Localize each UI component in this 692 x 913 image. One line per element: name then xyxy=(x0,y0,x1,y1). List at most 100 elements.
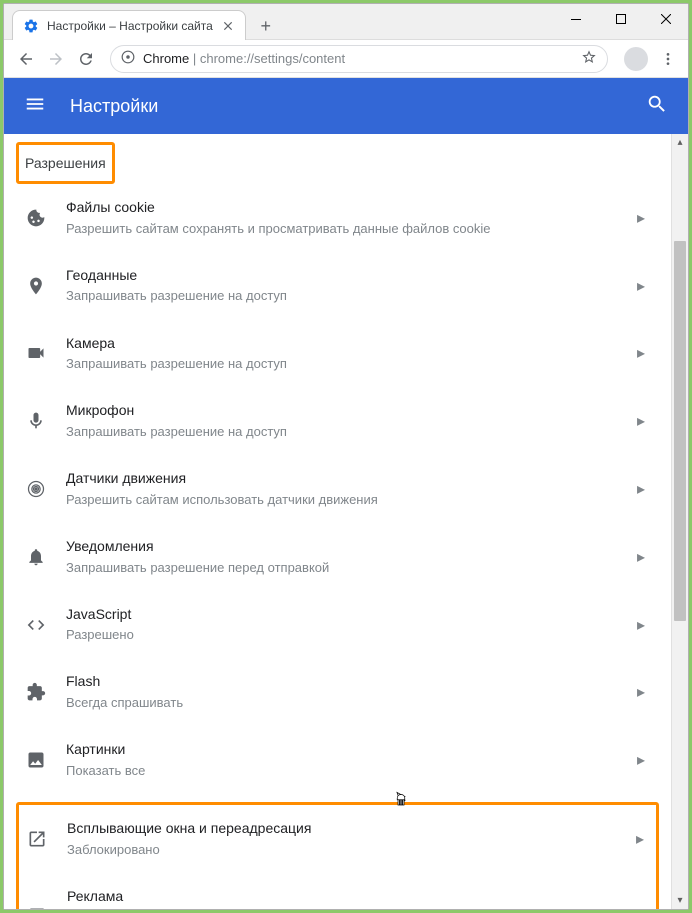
chevron-right-icon: ▸ xyxy=(633,547,649,567)
reload-button[interactable] xyxy=(72,45,100,73)
settings-item-text: Flash Всегда спрашивать xyxy=(66,672,633,712)
minimize-button[interactable] xyxy=(553,4,598,34)
settings-item-subtitle: Объявления заблокированы на сайтах, кото… xyxy=(67,908,632,909)
settings-item-title: Картинки xyxy=(66,740,633,760)
chevron-right-icon: ▸ xyxy=(633,615,649,635)
browser-tab[interactable]: Настройки – Настройки сайта xyxy=(12,10,246,40)
chevron-right-icon: ▸ xyxy=(633,682,649,702)
scroll-thumb[interactable] xyxy=(674,241,686,621)
chrome-menu-button[interactable] xyxy=(656,47,680,71)
motion-icon xyxy=(26,479,66,499)
settings-item-title: Камера xyxy=(66,334,633,354)
scroll-track[interactable] xyxy=(672,151,688,892)
pointer-cursor-icon xyxy=(392,790,410,808)
titlebar: Настройки – Настройки сайта + xyxy=(4,4,688,40)
mic-icon xyxy=(26,411,66,431)
chevron-right-icon: ▸ xyxy=(633,208,649,228)
settings-item-title: Уведомления xyxy=(66,537,633,557)
chevron-right-icon: ▸ xyxy=(633,343,649,363)
settings-item-title: Датчики движения xyxy=(66,469,633,489)
settings-item-bell[interactable]: Уведомления Запрашивать разрешение перед… xyxy=(22,523,653,591)
settings-item-title: Flash xyxy=(66,672,633,692)
chevron-right-icon: ▸ xyxy=(633,276,649,296)
highlight-box: Всплывающие окна и переадресация Заблоки… xyxy=(16,802,659,909)
settings-item-subtitle: Заблокировано xyxy=(67,841,632,859)
permissions-section-title: Разрешения xyxy=(25,147,106,179)
settings-item-extension[interactable]: Flash Всегда спрашивать ▸ xyxy=(22,658,653,726)
settings-item-motion[interactable]: Датчики движения Разрешить сайтам исполь… xyxy=(22,455,653,523)
settings-title: Настройки xyxy=(70,96,158,117)
settings-item-title: Реклама xyxy=(67,887,632,907)
settings-item-title: Всплывающие окна и переадресация xyxy=(67,819,632,839)
gear-icon xyxy=(23,18,39,34)
close-icon[interactable] xyxy=(221,19,235,33)
address-bar: Chrome | chrome://settings/content xyxy=(4,40,688,78)
window-controls xyxy=(553,4,688,34)
settings-item-text: Уведомления Запрашивать разрешение перед… xyxy=(66,537,633,577)
ad-icon xyxy=(27,906,67,909)
settings-item-text: Датчики движения Разрешить сайтам исполь… xyxy=(66,469,633,509)
chevron-right-icon: ▸ xyxy=(633,750,649,770)
cookie-icon xyxy=(26,208,66,228)
settings-item-code[interactable]: JavaScript Разрешено ▸ xyxy=(22,591,653,659)
chevron-right-icon: ▸ xyxy=(632,829,648,849)
settings-item-subtitle: Показать все xyxy=(66,762,633,780)
settings-item-mic[interactable]: Микрофон Запрашивать разрешение на досту… xyxy=(22,387,653,455)
bell-icon xyxy=(26,547,66,567)
settings-item-subtitle: Всегда спрашивать xyxy=(66,694,633,712)
image-icon xyxy=(26,750,66,770)
omnibox-separator: | xyxy=(189,51,200,66)
chrome-origin-icon xyxy=(121,50,135,67)
settings-item-text: JavaScript Разрешено xyxy=(66,605,633,645)
new-tab-button[interactable]: + xyxy=(254,14,278,38)
camera-icon xyxy=(26,343,66,363)
profile-button[interactable] xyxy=(624,47,648,71)
search-icon[interactable] xyxy=(646,93,668,120)
omnibox[interactable]: Chrome | chrome://settings/content xyxy=(110,45,608,73)
settings-item-image[interactable]: Картинки Показать все ▸ xyxy=(22,726,653,794)
settings-item-subtitle: Запрашивать разрешение перед отправкой xyxy=(66,559,633,577)
scroll-down-arrow[interactable]: ▾ xyxy=(672,892,688,909)
settings-item-title: JavaScript xyxy=(66,605,633,625)
vertical-scrollbar[interactable]: ▴ ▾ xyxy=(671,134,688,909)
settings-item-title: Файлы cookie xyxy=(66,198,633,218)
settings-item-cookie[interactable]: Файлы cookie Разрешить сайтам сохранять … xyxy=(22,184,653,252)
menu-icon[interactable] xyxy=(24,93,46,120)
settings-item-subtitle: Разрешено xyxy=(66,626,633,644)
chevron-right-icon: ▸ xyxy=(633,479,649,499)
scroll-up-arrow[interactable]: ▴ xyxy=(672,134,688,151)
close-window-button[interactable] xyxy=(643,4,688,34)
settings-item-popup[interactable]: Всплывающие окна и переадресация Заблоки… xyxy=(23,805,652,873)
settings-item-location[interactable]: Геоданные Запрашивать разрешение на дост… xyxy=(22,252,653,320)
bookmark-star-icon[interactable] xyxy=(581,49,597,68)
settings-item-text: Реклама Объявления заблокированы на сайт… xyxy=(67,887,632,909)
settings-item-title: Микрофон xyxy=(66,401,633,421)
maximize-button[interactable] xyxy=(598,4,643,34)
code-icon xyxy=(26,615,66,635)
tab-title: Настройки – Настройки сайта xyxy=(47,19,213,33)
chevron-right-icon: ▸ xyxy=(633,411,649,431)
settings-item-text: Камера Запрашивать разрешение на доступ xyxy=(66,334,633,374)
settings-item-text: Геоданные Запрашивать разрешение на дост… xyxy=(66,266,633,306)
settings-item-text: Микрофон Запрашивать разрешение на досту… xyxy=(66,401,633,441)
chevron-right-icon: ▸ xyxy=(632,906,648,909)
settings-item-text: Всплывающие окна и переадресация Заблоки… xyxy=(67,819,632,859)
forward-button[interactable] xyxy=(42,45,70,73)
settings-item-subtitle: Разрешить сайтам использовать датчики дв… xyxy=(66,491,633,509)
settings-header: Настройки xyxy=(4,78,688,134)
settings-item-text: Картинки Показать все xyxy=(66,740,633,780)
section-header-highlight: Разрешения xyxy=(16,142,115,184)
settings-item-text: Файлы cookie Разрешить сайтам сохранять … xyxy=(66,198,633,238)
omnibox-host: Chrome xyxy=(143,51,189,66)
settings-item-camera[interactable]: Камера Запрашивать разрешение на доступ … xyxy=(22,320,653,388)
extension-icon xyxy=(26,682,66,702)
settings-item-subtitle: Запрашивать разрешение на доступ xyxy=(66,287,633,305)
back-button[interactable] xyxy=(12,45,40,73)
settings-item-ad[interactable]: Реклама Объявления заблокированы на сайт… xyxy=(23,873,652,909)
settings-item-subtitle: Разрешить сайтам сохранять и просматрива… xyxy=(66,220,633,238)
settings-item-subtitle: Запрашивать разрешение на доступ xyxy=(66,423,633,441)
location-icon xyxy=(26,276,66,296)
omnibox-url: chrome://settings/content xyxy=(200,51,345,66)
settings-item-title: Геоданные xyxy=(66,266,633,286)
browser-window: Настройки – Настройки сайта + Chrome | c… xyxy=(3,3,689,910)
